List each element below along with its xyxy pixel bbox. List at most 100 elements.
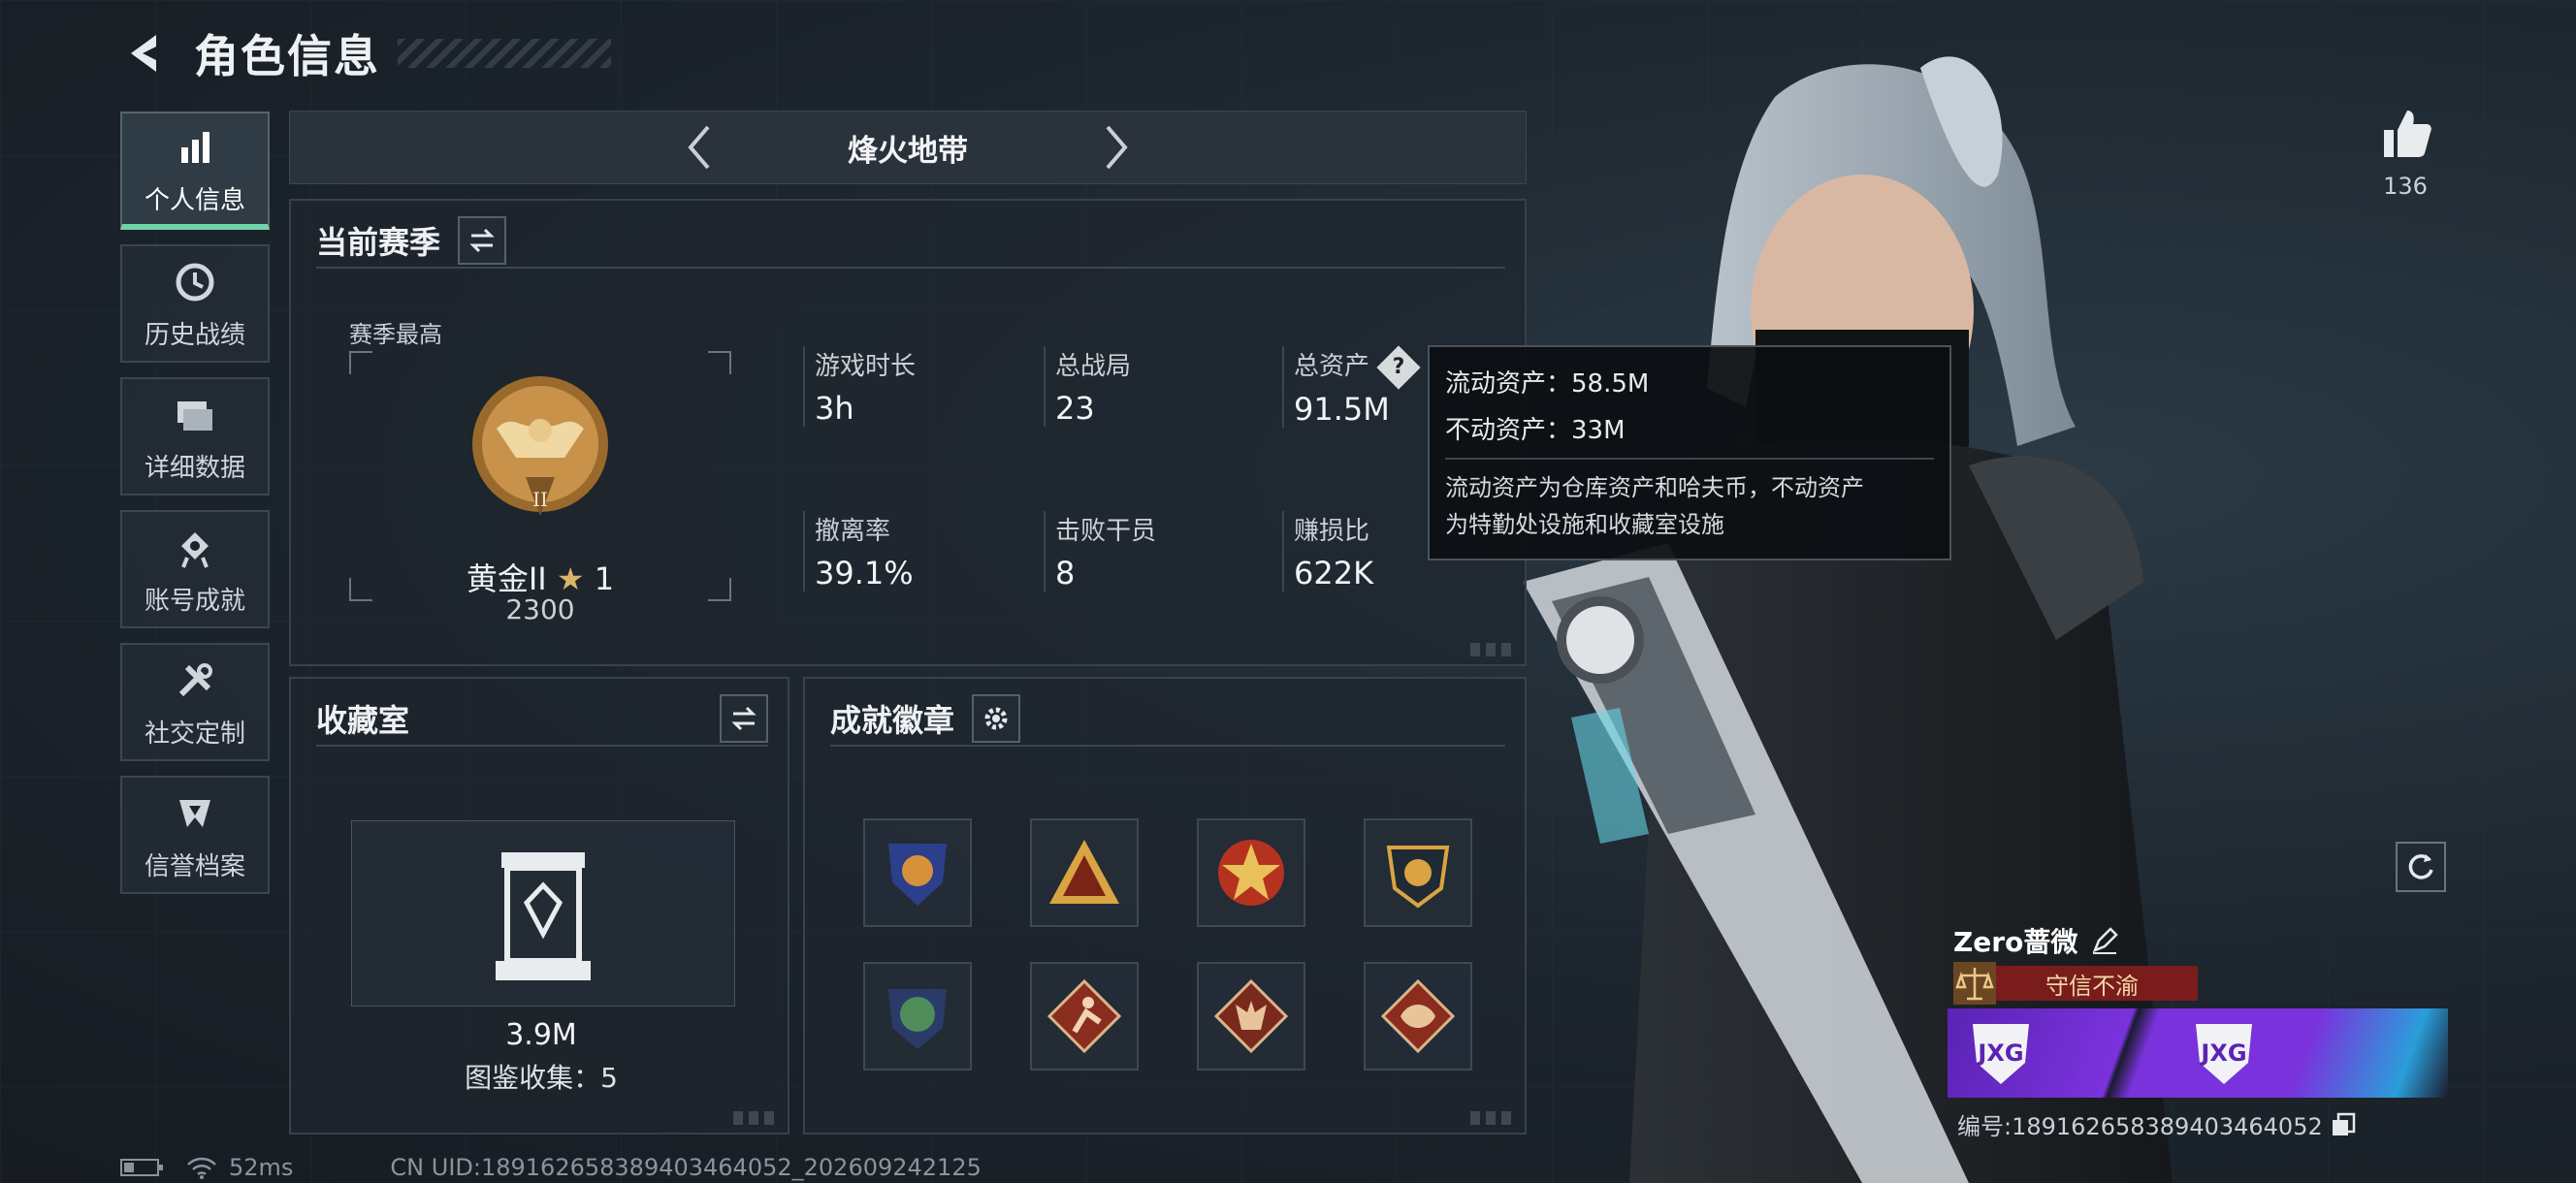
stat-label-text: 总资产	[1294, 352, 1370, 381]
uid-text: CN UID:1891626583894034640​52_2026092421…	[390, 1154, 982, 1181]
stat-label: 游戏时长	[815, 352, 917, 381]
badge-emblem-icon	[1386, 846, 1450, 909]
collection-title: 收藏室	[316, 702, 410, 739]
badge-runner-icon	[1046, 978, 1122, 1054]
ping-text: 52ms	[229, 1154, 294, 1181]
collection-panel[interactable]: 收藏室 3.9M 图鉴收集：5	[289, 677, 789, 1135]
panel-decoration	[733, 1111, 778, 1125]
back-button[interactable]	[116, 24, 175, 82]
player-name-text: Zero蔷微	[1953, 926, 2078, 958]
assets-tooltip: 流动资产：58.5M 不动资产：33M 流动资产为仓库资产和哈夫币，不动资产 为…	[1428, 345, 1951, 560]
sidebar: 个人信息 历史战绩 详细数据 账号成就 社交定制 信誉档案	[120, 112, 272, 909]
panel-decoration	[1470, 1111, 1515, 1125]
stat-value: 23	[1055, 390, 1095, 427]
stat-value: 8	[1055, 555, 1076, 592]
badges-title: 成就徽章	[830, 702, 955, 739]
badge-slot[interactable]	[1364, 818, 1472, 927]
player-id-text: 编号:1891626583894034640​52	[1957, 1113, 2323, 1140]
rank-score: 2300	[505, 593, 575, 625]
stat-label: 总战局	[1055, 352, 1132, 381]
stat-kills: 击败干员 8	[1044, 511, 1249, 592]
swap-icon	[469, 228, 495, 253]
tooltip-desc-line1: 流动资产为仓库资产和哈夫币，不动资产	[1445, 474, 1864, 501]
badge-slot[interactable]	[863, 818, 972, 927]
badges-settings-button[interactable]	[972, 694, 1021, 743]
season-best-label: 赛季最高	[349, 321, 442, 348]
svg-text:JXG: JXG	[2199, 1039, 2246, 1067]
thumbs-up-icon	[2384, 111, 2431, 157]
sidebar-item-personal-info[interactable]: 个人信息	[120, 112, 270, 230]
stat-label: 击败干员	[1055, 517, 1157, 546]
like-widget[interactable]: 136	[2367, 105, 2444, 200]
stat-extract-rate: 撤离率 39.1%	[803, 511, 1009, 592]
mode-switcher: 烽火地带	[289, 111, 1527, 184]
badge-triangle-icon	[1049, 840, 1119, 904]
tooltip-divider	[1445, 458, 1934, 460]
tooltip-desc-line2: 为特勤处设施和收藏室设施	[1445, 511, 1724, 538]
copy-icon[interactable]	[2331, 1112, 2356, 1137]
svg-text:JXG: JXG	[1976, 1039, 2023, 1067]
badge-slot[interactable]	[1030, 962, 1139, 1071]
gear-icon	[984, 707, 1008, 730]
collection-preview	[351, 820, 735, 1007]
badge-slot[interactable]	[1197, 818, 1305, 927]
next-mode-button[interactable]	[1087, 118, 1145, 176]
chevron-right-icon	[1106, 125, 1128, 170]
tools-icon	[178, 662, 212, 696]
badges-panel: 成就徽章	[803, 677, 1527, 1135]
rank-medal-icon: II	[472, 376, 608, 516]
badges-header: 成就徽章	[830, 692, 1505, 747]
like-count: 136	[2383, 173, 2428, 200]
collection-count: 图鉴收集：5	[465, 1062, 618, 1094]
sidebar-item-label: 详细数据	[144, 453, 245, 483]
season-switch-button[interactable]	[458, 216, 507, 265]
back-arrow-icon	[131, 35, 156, 72]
badge-dragon-icon	[1380, 978, 1456, 1054]
prev-mode-button[interactable]	[670, 118, 728, 176]
badge-slot[interactable]	[863, 962, 972, 1071]
trust-title-text: 守信不渝	[2045, 972, 2139, 1000]
collection-switch-button[interactable]	[720, 694, 768, 743]
chevron-left-icon	[688, 125, 710, 170]
sidebar-item-achievements[interactable]: 账号成就	[120, 510, 270, 628]
team-banner[interactable]: JXG JXG	[1948, 1008, 2448, 1098]
sidebar-item-label: 信誉档案	[144, 851, 245, 881]
collection-value: 3.9M	[505, 1018, 577, 1052]
wifi-icon	[187, 1157, 216, 1179]
sidebar-item-label: 账号成就	[144, 586, 245, 616]
sidebar-item-label: 社交定制	[144, 719, 245, 749]
badge-slot[interactable]	[1364, 962, 1472, 1071]
sidebar-item-history[interactable]: 历史战绩	[120, 244, 270, 363]
help-icon[interactable]: ?	[1376, 344, 1421, 390]
stat-label: 撤离率	[815, 517, 891, 546]
svg-text:II: II	[532, 488, 548, 511]
sidebar-item-social[interactable]: 社交定制	[120, 643, 270, 761]
stat-playtime: 游戏时长 3h	[803, 346, 1009, 427]
mode-title: 烽火地带	[848, 133, 968, 169]
header: 角色信息	[116, 19, 611, 87]
badge-star-icon	[1218, 840, 1284, 906]
rank-name-text: 黄金II	[466, 560, 547, 597]
badge-slot[interactable]	[1030, 818, 1139, 927]
refresh-button[interactable]	[2396, 842, 2446, 892]
sidebar-item-label: 历史战绩	[144, 320, 245, 350]
edit-icon[interactable]	[2091, 927, 2119, 954]
title-decoration	[398, 39, 611, 68]
stat-value: 3h	[815, 390, 854, 427]
panel-decoration	[1470, 643, 1515, 656]
history-icon	[176, 263, 214, 301]
season-header: 当前赛季	[316, 214, 1505, 269]
badge-shield-icon	[888, 844, 947, 906]
star-icon: ★	[556, 560, 585, 597]
folder-icon	[177, 400, 212, 431]
page-title: 角色信息	[194, 30, 380, 82]
season-title: 当前赛季	[316, 224, 441, 261]
badge-slot[interactable]	[1197, 962, 1305, 1071]
badge-wolf-icon	[1213, 978, 1289, 1054]
collection-header: 收藏室	[316, 692, 768, 747]
sidebar-item-details[interactable]: 详细数据	[120, 377, 270, 496]
refresh-icon	[2408, 854, 2433, 879]
sidebar-item-credit[interactable]: 信誉档案	[120, 776, 270, 894]
rank-stars: 1	[594, 560, 615, 597]
bar-chart-icon	[181, 131, 209, 163]
